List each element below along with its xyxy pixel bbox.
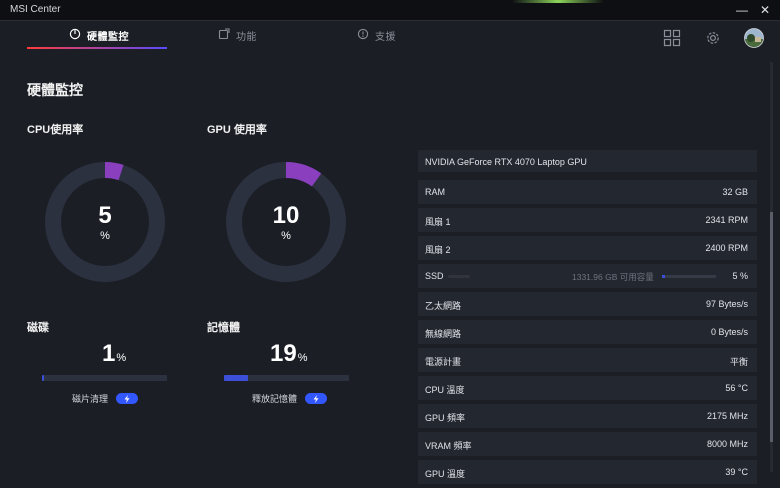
cpu-usage-title: CPU使用率 bbox=[27, 124, 84, 136]
gpu-name: NVIDIA GeForce RTX 4070 Laptop GPU bbox=[425, 157, 587, 167]
feature-icon bbox=[218, 28, 230, 43]
close-button[interactable]: ✕ bbox=[757, 3, 773, 17]
memory-title: 記憶體 bbox=[207, 322, 240, 334]
stat-value: 32 GB bbox=[722, 187, 748, 197]
tab-hardware-monitor[interactable]: 硬體監控 bbox=[69, 28, 129, 43]
stat-row-ethernet: 乙太網路 97 Bytes/s bbox=[418, 292, 757, 316]
stat-label: GPU 溫度 bbox=[425, 469, 466, 479]
tab-features[interactable]: 功能 bbox=[218, 28, 257, 43]
ssd-name-placeholder bbox=[448, 275, 470, 278]
system-info-panel: NVIDIA GeForce RTX 4070 Laptop GPU RAM 3… bbox=[418, 150, 757, 488]
stat-label: SSD bbox=[425, 271, 444, 281]
memory-release-button[interactable] bbox=[305, 393, 328, 404]
stat-label: 風扇 2 bbox=[425, 245, 451, 255]
stat-row-ssd: SSD 1331.96 GB 可用容量 5 % bbox=[418, 264, 757, 288]
disk-usage-value: 1% bbox=[102, 340, 126, 368]
gpu-usage-gauge: 10 % bbox=[224, 160, 348, 284]
stat-label: 風扇 1 bbox=[425, 217, 451, 227]
gpu-usage-title: GPU 使用率 bbox=[207, 124, 267, 136]
memory-release-action: 釋放記憶體 bbox=[252, 392, 328, 405]
lightning-icon bbox=[313, 394, 319, 403]
ssd-usage-fill bbox=[662, 275, 665, 278]
memory-usage-bar bbox=[224, 375, 349, 381]
avatar[interactable] bbox=[744, 28, 764, 48]
accent-strip bbox=[512, 0, 604, 3]
memory-value-unit: % bbox=[297, 352, 308, 364]
stat-row-fan2: 風扇 2 2400 RPM bbox=[418, 236, 757, 260]
memory-release-label: 釋放記憶體 bbox=[252, 394, 298, 404]
stat-value: 0 Bytes/s bbox=[710, 327, 748, 337]
window-title: MSI Center bbox=[10, 4, 61, 15]
disk-value-unit: % bbox=[116, 352, 127, 364]
ssd-capacity: 1331.96 GB 可用容量 bbox=[572, 272, 654, 282]
stat-label: CPU 溫度 bbox=[425, 385, 465, 395]
gpu-name-row: NVIDIA GeForce RTX 4070 Laptop GPU bbox=[418, 150, 757, 172]
stat-label: VRAM 頻率 bbox=[425, 441, 472, 451]
stat-value: 2400 RPM bbox=[705, 243, 748, 253]
active-tab-indicator bbox=[27, 47, 167, 49]
stat-value: 8000 MHz bbox=[706, 439, 748, 449]
stat-value: 97 Bytes/s bbox=[705, 299, 748, 309]
grid-icon[interactable] bbox=[663, 29, 683, 49]
lightning-icon bbox=[124, 394, 130, 403]
gpu-usage-unit: % bbox=[281, 230, 291, 242]
scrollbar-thumb[interactable] bbox=[770, 212, 773, 442]
page-title: 硬體監控 bbox=[27, 82, 83, 98]
stat-row-ram: RAM 32 GB bbox=[418, 180, 757, 204]
stat-value: 56 °C bbox=[725, 383, 748, 393]
tab-label: 支援 bbox=[375, 32, 396, 43]
support-icon bbox=[357, 28, 369, 43]
stat-row-gpu-clock: GPU 頻率 2175 MHz bbox=[418, 404, 757, 428]
tab-label: 功能 bbox=[236, 32, 257, 43]
disk-cleanup-label: 磁片清理 bbox=[72, 394, 109, 404]
gear-icon[interactable] bbox=[704, 29, 724, 49]
stat-value: 2175 MHz bbox=[706, 411, 748, 421]
stat-value: 5 % bbox=[732, 271, 748, 281]
disk-usage-bar bbox=[42, 375, 167, 381]
disk-title: 磁碟 bbox=[27, 322, 49, 334]
memory-usage-value: 19% bbox=[270, 340, 307, 368]
stat-row-wireless: 無線網路 0 Bytes/s bbox=[418, 320, 757, 344]
stat-label: GPU 頻率 bbox=[425, 413, 466, 423]
stat-row-gpu-temp: GPU 溫度 39 °C bbox=[418, 460, 757, 484]
stat-value: 平衡 bbox=[729, 357, 748, 367]
cpu-usage-value: 5 bbox=[98, 202, 112, 229]
stat-row-fan1: 風扇 1 2341 RPM bbox=[418, 208, 757, 232]
memory-usage-fill bbox=[224, 375, 248, 381]
memory-value-number: 19 bbox=[270, 340, 297, 367]
stat-label: RAM bbox=[425, 187, 445, 197]
disk-value-number: 1 bbox=[102, 340, 116, 367]
cpu-usage-unit: % bbox=[100, 230, 110, 242]
minimize-button[interactable]: — bbox=[734, 3, 750, 17]
stat-value: 2341 RPM bbox=[705, 215, 748, 225]
title-bar: MSI Center — ✕ bbox=[0, 0, 780, 21]
disk-cleanup-action: 磁片清理 bbox=[72, 392, 139, 405]
ssd-usage-bar bbox=[662, 275, 716, 278]
tab-label: 硬體監控 bbox=[87, 32, 129, 43]
disk-usage-fill bbox=[42, 375, 44, 381]
stat-label: 電源計畫 bbox=[425, 357, 462, 367]
stat-row-cpu-temp: CPU 溫度 56 °C bbox=[418, 376, 757, 400]
tab-support[interactable]: 支援 bbox=[357, 28, 396, 43]
disk-cleanup-button[interactable] bbox=[116, 393, 139, 404]
stat-label: 乙太網路 bbox=[425, 301, 462, 311]
gpu-usage-value: 10 bbox=[272, 202, 300, 229]
scrollbar[interactable] bbox=[770, 62, 773, 472]
stat-row-power-plan: 電源計畫 平衡 bbox=[418, 348, 757, 372]
stat-row-vram-clock: VRAM 頻率 8000 MHz bbox=[418, 432, 757, 456]
stat-label: 無線網路 bbox=[425, 329, 462, 339]
gauge-icon bbox=[69, 28, 81, 43]
cpu-usage-gauge: 5 % bbox=[43, 160, 167, 284]
